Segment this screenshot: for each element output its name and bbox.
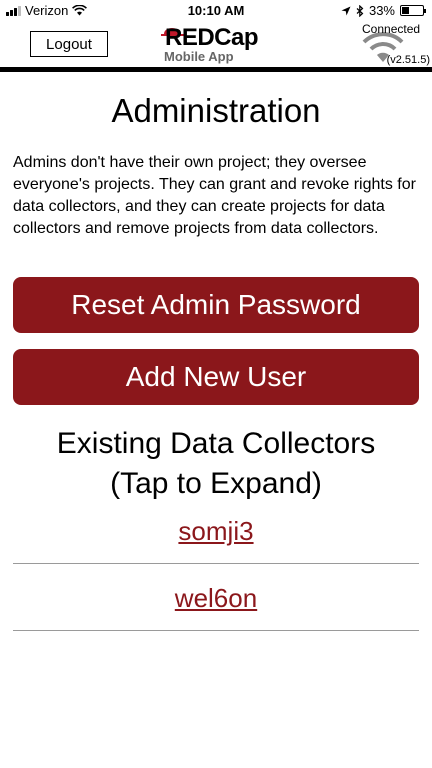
battery-percent: 33%: [368, 3, 395, 18]
logout-button[interactable]: Logout: [30, 31, 108, 57]
collectors-title-line2: (Tap to Expand): [110, 467, 322, 500]
add-new-user-button[interactable]: Add New User: [13, 349, 419, 405]
connection-status: Connected: [362, 22, 421, 36]
logo-subtitle: Mobile App: [164, 49, 234, 64]
collector-divider: [13, 630, 419, 631]
collector-link-wel6on[interactable]: wel6on: [0, 583, 432, 614]
status-bar: Verizon 10:10 AM 33%: [0, 0, 432, 22]
collector-divider: [13, 563, 419, 564]
collectors-title-line1: Existing Data Collectors: [56, 427, 376, 460]
page-title: Administration: [111, 92, 321, 129]
reset-admin-password-button[interactable]: Reset Admin Password: [13, 277, 419, 333]
admin-description: Admins don't have their own project; the…: [13, 154, 416, 237]
app-header: Logout REDCap Mobile App Connected (v2.5…: [0, 22, 432, 67]
redcap-logo: REDCap Mobile App: [160, 22, 270, 66]
status-right: 33%: [341, 3, 426, 18]
collector-link-somji3[interactable]: somji3: [0, 516, 432, 547]
location-arrow-icon: [341, 6, 351, 15]
battery-icon: [400, 5, 426, 16]
header-divider: [0, 67, 432, 72]
battery-fill: [402, 7, 409, 14]
bluetooth-icon: [356, 4, 364, 17]
collectors-section-title: Existing Data Collectors (Tap to Expand): [0, 424, 432, 504]
connection-indicator: Connected (v2.51.5): [352, 22, 432, 67]
app-version: (v2.51.5): [386, 54, 430, 66]
logo-title: REDCap: [165, 24, 259, 51]
